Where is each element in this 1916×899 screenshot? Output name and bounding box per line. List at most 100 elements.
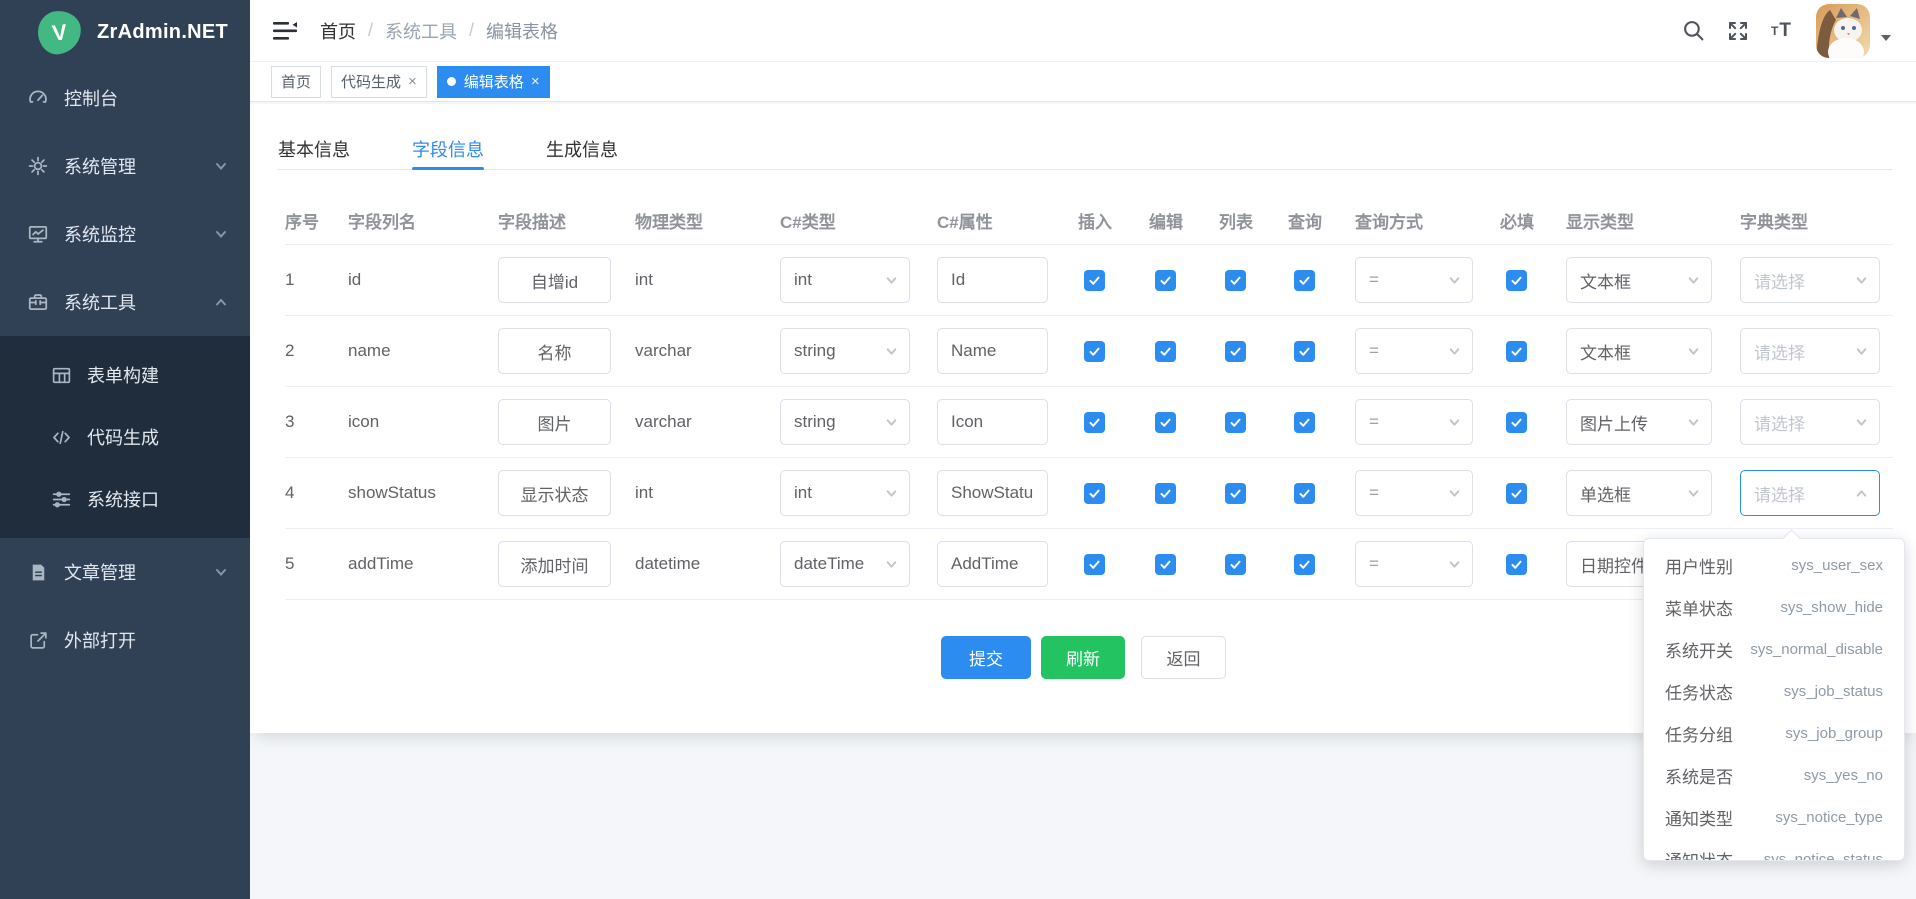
submit-button[interactable]: 提交 [941,636,1031,679]
sidebar-item-system-api[interactable]: 系统接口 [0,468,250,530]
dict-option[interactable]: 任务状态 sys_job_status [1644,670,1904,712]
search-icon[interactable] [1682,19,1705,42]
insert-checkbox[interactable] [1084,270,1105,291]
tab-basic-info[interactable]: 基本信息 [278,128,350,169]
tab-generate-info[interactable]: 生成信息 [546,128,618,169]
column-desc-input[interactable]: 自增id [498,257,611,303]
column-desc-input[interactable]: 图片 [498,399,611,445]
cs-type-select[interactable]: string [780,399,910,445]
edit-checkbox[interactable] [1155,270,1176,291]
query-checkbox[interactable] [1294,270,1315,291]
list-checkbox[interactable] [1225,270,1246,291]
edit-checkbox[interactable] [1155,483,1176,504]
cs-prop-input[interactable]: ShowStatus [937,470,1048,516]
query-type-select[interactable]: = [1355,541,1473,587]
dict-type-select[interactable]: 请选择 [1740,257,1880,303]
cs-prop-input[interactable]: Id [937,257,1048,303]
query-type-select[interactable]: = [1355,399,1473,445]
display-type-select[interactable]: 文本框 [1566,328,1712,374]
sidebar-item-system-monitor[interactable]: 系统监控 [0,200,250,268]
cs-type-select[interactable]: int [780,470,910,516]
dict-option[interactable]: 用户性别 sys_user_sex [1644,544,1904,586]
dict-option[interactable]: 任务分组 sys_job_group [1644,712,1904,754]
monitor-icon [27,223,49,245]
sidebar-item-dashboard[interactable]: 控制台 [0,64,250,132]
dict-option[interactable]: 菜单状态 sys_show_hide [1644,586,1904,628]
sidebar-item-external-open[interactable]: 外部打开 [0,606,250,674]
breadcrumb-separator: / [368,20,373,41]
gear-icon [27,155,49,177]
insert-checkbox[interactable] [1084,341,1105,362]
sidebar-item-code-generator[interactable]: 代码生成 [0,406,250,468]
sidebar-item-form-builder[interactable]: 表单构建 [0,344,250,406]
caret-down-icon[interactable] [1880,29,1892,47]
dict-type-select[interactable]: 请选择 [1740,328,1880,374]
sidebar-item-system-tools[interactable]: 系统工具 [0,268,250,336]
sidebar-item-article-manage[interactable]: 文章管理 [0,538,250,606]
query-type-select[interactable]: = [1355,328,1473,374]
query-type-select[interactable]: = [1355,257,1473,303]
display-type-select[interactable]: 单选框 [1566,470,1712,516]
dict-option[interactable]: 通知状态 sys_notice_status [1644,838,1904,861]
tag-code-generator[interactable]: 代码生成 × [331,66,427,98]
column-name: id [348,270,498,290]
column-desc-input[interactable]: 添加时间 [498,541,611,587]
font-size-icon[interactable]: TT [1771,20,1792,42]
sidebar-item-label: 外部打开 [64,627,136,653]
dict-option[interactable]: 系统是否 sys_yes_no [1644,754,1904,796]
query-checkbox[interactable] [1294,554,1315,575]
list-checkbox[interactable] [1225,341,1246,362]
cs-prop-input[interactable]: AddTime [937,541,1048,587]
refresh-button[interactable]: 刷新 [1041,636,1125,679]
tag-home[interactable]: 首页 [271,66,321,98]
list-checkbox[interactable] [1225,554,1246,575]
dict-type-select[interactable]: 请选择 [1740,399,1880,445]
sidebar-item-system-manage[interactable]: 系统管理 [0,132,250,200]
cs-type-select[interactable]: string [780,328,910,374]
required-checkbox[interactable] [1506,270,1527,291]
edit-checkbox[interactable] [1155,554,1176,575]
avatar[interactable] [1816,4,1870,58]
list-checkbox[interactable] [1225,483,1246,504]
chevron-down-icon [885,487,898,500]
breadcrumb-home[interactable]: 首页 [320,18,356,44]
cs-prop-input[interactable]: Icon [937,399,1048,445]
collapse-sidebar-icon[interactable] [272,20,298,42]
query-checkbox[interactable] [1294,341,1315,362]
cs-prop-input[interactable]: Name [937,328,1048,374]
insert-checkbox[interactable] [1084,483,1105,504]
list-checkbox[interactable] [1225,412,1246,433]
query-type-select[interactable]: = [1355,470,1473,516]
required-checkbox[interactable] [1506,483,1527,504]
insert-checkbox[interactable] [1084,412,1105,433]
column-desc-input[interactable]: 显示状态 [498,470,611,516]
chevron-down-icon [1855,416,1868,429]
cs-type-select[interactable]: int [780,257,910,303]
required-checkbox[interactable] [1506,554,1527,575]
close-icon[interactable]: × [408,74,417,89]
tab-field-info[interactable]: 字段信息 [412,128,484,169]
display-type-select[interactable]: 文本框 [1566,257,1712,303]
dict-option[interactable]: 系统开关 sys_normal_disable [1644,628,1904,670]
column-desc-input[interactable]: 名称 [498,328,611,374]
topbar-actions: TT [1660,4,1892,58]
required-checkbox[interactable] [1506,412,1527,433]
cs-type-select[interactable]: dateTime [780,541,910,587]
close-icon[interactable]: × [531,74,540,89]
insert-checkbox[interactable] [1084,554,1105,575]
fullscreen-icon[interactable] [1727,20,1749,42]
query-checkbox[interactable] [1294,483,1315,504]
query-checkbox[interactable] [1294,412,1315,433]
edit-checkbox[interactable] [1155,341,1176,362]
edit-checkbox[interactable] [1155,412,1176,433]
tag-edit-table[interactable]: 编辑表格 × [437,66,550,98]
sidebar-item-label: 系统工具 [64,289,136,315]
back-button[interactable]: 返回 [1141,636,1226,679]
query-type-value: = [1369,554,1379,574]
display-type-select[interactable]: 图片上传 [1566,399,1712,445]
dict-option[interactable]: 通知类型 sys_notice_type [1644,796,1904,838]
required-checkbox[interactable] [1506,341,1527,362]
table-row: 3 icon 图片 varchar string Icon = 图片上传 请选择 [285,387,1893,458]
dict-type-select[interactable]: 请选择 [1740,470,1880,516]
app-logo[interactable]: V ZrAdmin.NET [0,0,250,64]
